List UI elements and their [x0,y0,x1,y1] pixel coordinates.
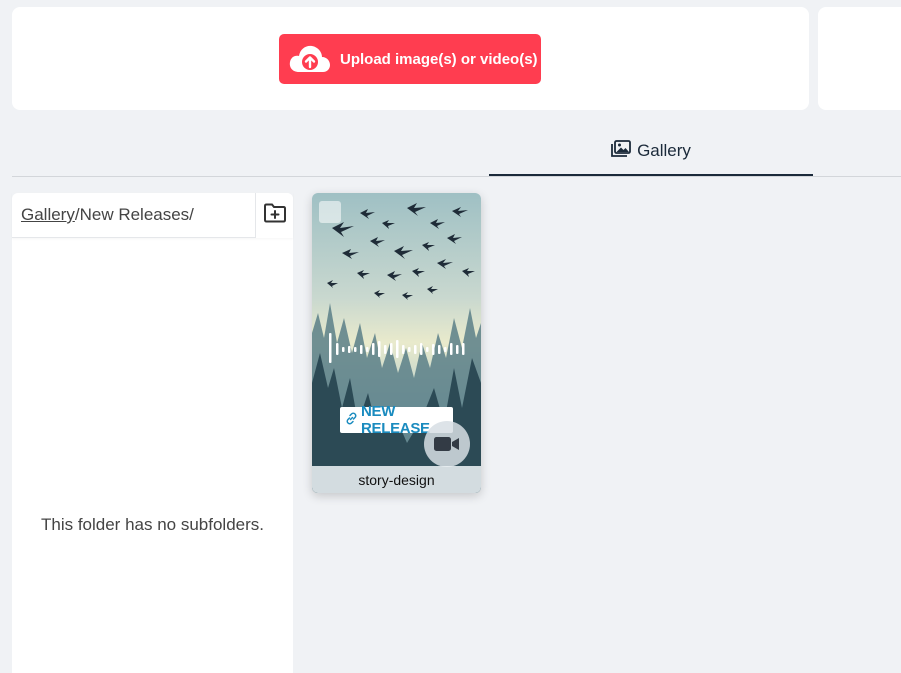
empty-folder-message: This folder has no subfolders. [40,515,264,534]
new-folder-button[interactable] [255,193,293,238]
cloud-upload-icon [289,44,331,74]
media-name: story-design [312,466,481,493]
breadcrumb-gallery-link[interactable]: Gallery [21,205,75,225]
image-icon [611,140,631,162]
video-camera-icon [424,421,470,467]
tabs-divider [12,176,901,177]
select-checkbox[interactable] [319,201,341,223]
tab-gallery-label: Gallery [637,141,691,160]
link-icon [345,412,358,429]
breadcrumb-path: /New Releases/ [74,205,194,224]
folder-panel: Gallery/New Releases/ This folder has no… [12,193,293,673]
media-card[interactable]: NEW RELEASE story-design [312,193,481,493]
side-card [818,7,901,110]
tab-gallery[interactable]: Gallery [489,128,813,176]
upload-button[interactable]: Upload image(s) or video(s) [279,34,541,84]
folder-plus-icon [263,203,287,228]
upload-card: Upload image(s) or video(s) [12,7,809,110]
breadcrumb: Gallery/New Releases/ [12,193,293,238]
upload-button-label: Upload image(s) or video(s) [340,50,538,68]
